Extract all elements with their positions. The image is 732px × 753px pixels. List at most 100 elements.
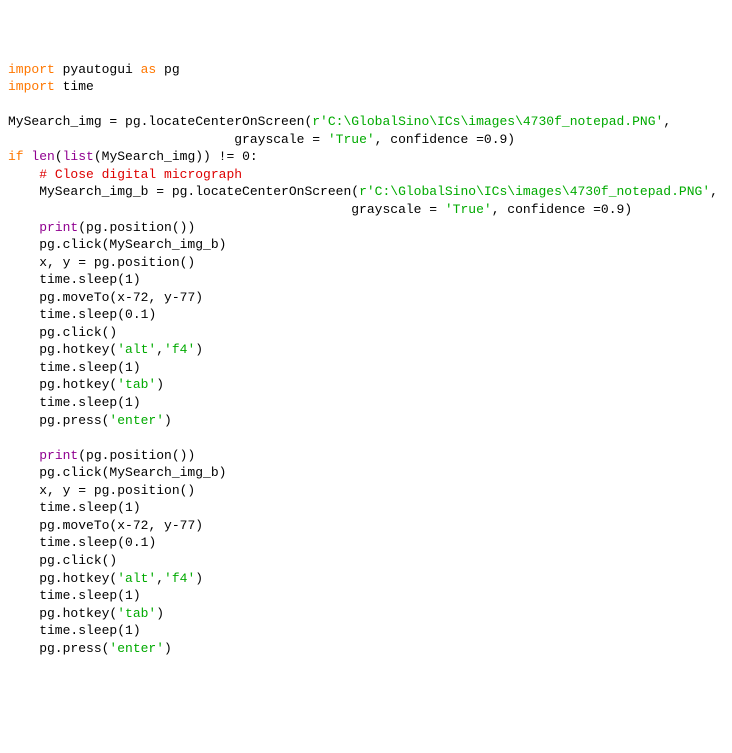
code-token: 1 — [125, 500, 133, 515]
code-token: 0 — [242, 149, 250, 164]
code-token: print — [39, 220, 78, 235]
code-token: 1 — [125, 360, 133, 375]
code-token: ) — [133, 623, 141, 638]
code-token: r'C:\GlobalSino\ICs\images\4730f_notepad… — [312, 114, 663, 129]
code-token: ) — [156, 377, 164, 392]
code-token: ) — [195, 342, 203, 357]
code-token: time.sleep( — [8, 500, 125, 515]
code-token: 'alt' — [117, 571, 156, 586]
code-token: 'alt' — [117, 342, 156, 357]
code-token: , — [710, 184, 718, 199]
code-token: ) — [133, 360, 141, 375]
code-token: list — [63, 149, 94, 164]
code-token: ) — [164, 641, 172, 656]
code-token: , — [663, 114, 671, 129]
code-token: ) — [164, 413, 172, 428]
code-token: if — [8, 149, 31, 164]
code-token: pg.click() — [8, 553, 117, 568]
code-token: time.sleep( — [8, 535, 125, 550]
code-token: x, y = pg.position() — [8, 483, 195, 498]
code-token: pg.moveTo(x- — [8, 518, 133, 533]
code-token: (pg.position()) — [78, 448, 195, 463]
code-token: ) — [133, 500, 141, 515]
code-token: len — [31, 149, 54, 164]
code-token: 'True' — [328, 132, 375, 147]
code-token: pg.hotkey( — [8, 377, 117, 392]
code-token: ) — [148, 307, 156, 322]
code-token: time.sleep( — [8, 360, 125, 375]
code-token: time.sleep( — [8, 272, 125, 287]
code-token: ) — [507, 132, 515, 147]
code-token: 1 — [125, 588, 133, 603]
code-token: ) — [624, 202, 632, 217]
code-token: pg.click() — [8, 325, 117, 340]
code-token: ) — [195, 290, 203, 305]
code-token — [8, 167, 39, 182]
code-token: (pg.position()) — [78, 220, 195, 235]
code-token: (MySearch_img)) != — [94, 149, 242, 164]
code-token — [8, 448, 39, 463]
code-token: , y- — [148, 518, 179, 533]
code-token: pg.moveTo(x- — [8, 290, 133, 305]
code-token: ) — [148, 535, 156, 550]
code-token: 'enter' — [109, 413, 164, 428]
code-token: pg.hotkey( — [8, 606, 117, 621]
code-token: ) — [195, 571, 203, 586]
code-token: print — [39, 448, 78, 463]
code-token: 72 — [133, 518, 149, 533]
code-token: , — [156, 571, 164, 586]
code-token: 1 — [125, 623, 133, 638]
code-token: 0.1 — [125, 307, 148, 322]
code-token: 1 — [125, 272, 133, 287]
code-token: : — [250, 149, 258, 164]
code-token: x, y = pg.position() — [8, 255, 195, 270]
code-token: , y- — [148, 290, 179, 305]
code-token: 0.9 — [601, 202, 624, 217]
code-token: time.sleep( — [8, 588, 125, 603]
code-token: # Close digital micrograph — [39, 167, 242, 182]
code-token: pg.click(MySearch_img_b) — [8, 465, 226, 480]
code-token: grayscale = — [8, 132, 328, 147]
code-token: pg.press( — [8, 641, 109, 656]
code-token: pg.hotkey( — [8, 571, 117, 586]
code-token: pg — [164, 62, 180, 77]
code-token: time.sleep( — [8, 395, 125, 410]
code-token: 'tab' — [117, 606, 156, 621]
code-token: ) — [133, 588, 141, 603]
code-token: 'f4' — [164, 571, 195, 586]
code-token: import — [8, 62, 63, 77]
code-token: 77 — [180, 518, 196, 533]
code-token: pg.hotkey( — [8, 342, 117, 357]
code-token — [8, 220, 39, 235]
code-token: import — [8, 79, 63, 94]
code-token: ) — [133, 395, 141, 410]
code-token: MySearch_img_b = pg.locateCenterOnScreen… — [8, 184, 359, 199]
code-token: 'enter' — [109, 641, 164, 656]
code-token: MySearch_img = pg.locateCenterOnScreen( — [8, 114, 312, 129]
code-token: pg.click(MySearch_img_b) — [8, 237, 226, 252]
code-token: pg.press( — [8, 413, 109, 428]
code-token: 77 — [180, 290, 196, 305]
code-token: ) — [133, 272, 141, 287]
code-token: as — [141, 62, 164, 77]
code-token: time.sleep( — [8, 307, 125, 322]
code-token: 0.1 — [125, 535, 148, 550]
code-token: r'C:\GlobalSino\ICs\images\4730f_notepad… — [359, 184, 710, 199]
code-token: 0.9 — [484, 132, 507, 147]
code-block: import pyautogui as pg import time MySea… — [8, 61, 724, 658]
code-token: 'f4' — [164, 342, 195, 357]
code-token: ( — [55, 149, 63, 164]
code-token: time — [63, 79, 94, 94]
code-token: 'tab' — [117, 377, 156, 392]
code-token: grayscale = — [8, 202, 445, 217]
code-token: , confidence = — [375, 132, 484, 147]
code-token: ) — [156, 606, 164, 621]
code-token: ) — [195, 518, 203, 533]
code-token: 1 — [125, 395, 133, 410]
code-token: 'True' — [445, 202, 492, 217]
code-token: pyautogui — [63, 62, 141, 77]
code-token: 72 — [133, 290, 149, 305]
code-token: , — [156, 342, 164, 357]
code-token: time.sleep( — [8, 623, 125, 638]
code-token: , confidence = — [492, 202, 601, 217]
